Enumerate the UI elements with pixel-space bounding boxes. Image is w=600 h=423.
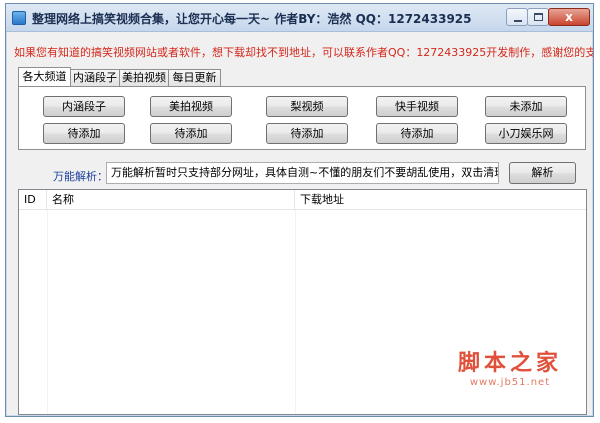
close-button[interactable]: x [548, 8, 590, 26]
parse-button[interactable]: 解析 [509, 162, 576, 184]
app-icon [12, 11, 26, 25]
minimize-button[interactable] [506, 8, 528, 26]
parse-label: 万能解析： [53, 170, 108, 183]
column-header-url[interactable]: 下载地址 [295, 190, 586, 210]
column-divider [47, 210, 48, 414]
watermark: 脚本之家 www.jb51.net [445, 345, 575, 388]
window-title: 整理网络上搞笑视频合集，让您开心每一天~ 作者BY：浩然 QQ：12724339… [32, 12, 472, 26]
parse-url-input[interactable]: 万能解析暂时只支持部分网址，具体自测~不懂的朋友们不要胡乱使用，双击清理~ [106, 162, 499, 184]
notice-text: 如果您有知道的搞笑视频网站或者软件，想下载却找不到地址，可以联系作者QQ：127… [14, 46, 594, 59]
column-divider [295, 210, 296, 414]
tab-panel-channels: 内涵段子 美拍视频 梨视频 快手视频 未添加 待添加 待添加 待添加 待添加 小… [18, 86, 586, 150]
watermark-title: 脚本之家 [457, 350, 562, 376]
column-header-name[interactable]: 名称 [47, 190, 295, 210]
neihan-button[interactable]: 内涵段子 [43, 96, 125, 117]
pending-button-4[interactable]: 待添加 [376, 123, 458, 144]
tab-channels[interactable]: 各大频道 [18, 67, 71, 86]
minimize-icon [514, 20, 522, 22]
title-bar[interactable]: 整理网络上搞笑视频合集，让您开心每一天~ 作者BY：浩然 QQ：12724339… [6, 4, 593, 32]
maximize-button[interactable] [527, 8, 549, 26]
unadded-button[interactable]: 未添加 [485, 96, 567, 117]
tab-daily[interactable]: 每日更新 [168, 69, 221, 86]
close-icon: x [565, 10, 573, 24]
column-header-id[interactable]: ID [19, 190, 47, 210]
meipai-button[interactable]: 美拍视频 [150, 96, 232, 117]
table-header: ID 名称 下载地址 [19, 190, 586, 210]
pear-video-button[interactable]: 梨视频 [266, 96, 348, 117]
tab-neihan[interactable]: 内涵段子 [70, 69, 120, 86]
pending-button-3[interactable]: 待添加 [266, 123, 348, 144]
watermark-url: www.jb51.net [469, 377, 551, 388]
kuaishou-button[interactable]: 快手视频 [376, 96, 458, 117]
tab-meipai[interactable]: 美拍视频 [119, 69, 169, 86]
pending-button-2[interactable]: 待添加 [150, 123, 232, 144]
pending-button-1[interactable]: 待添加 [43, 123, 125, 144]
xiaodao-button[interactable]: 小刀娱乐网 [485, 123, 567, 144]
maximize-icon [534, 13, 543, 21]
